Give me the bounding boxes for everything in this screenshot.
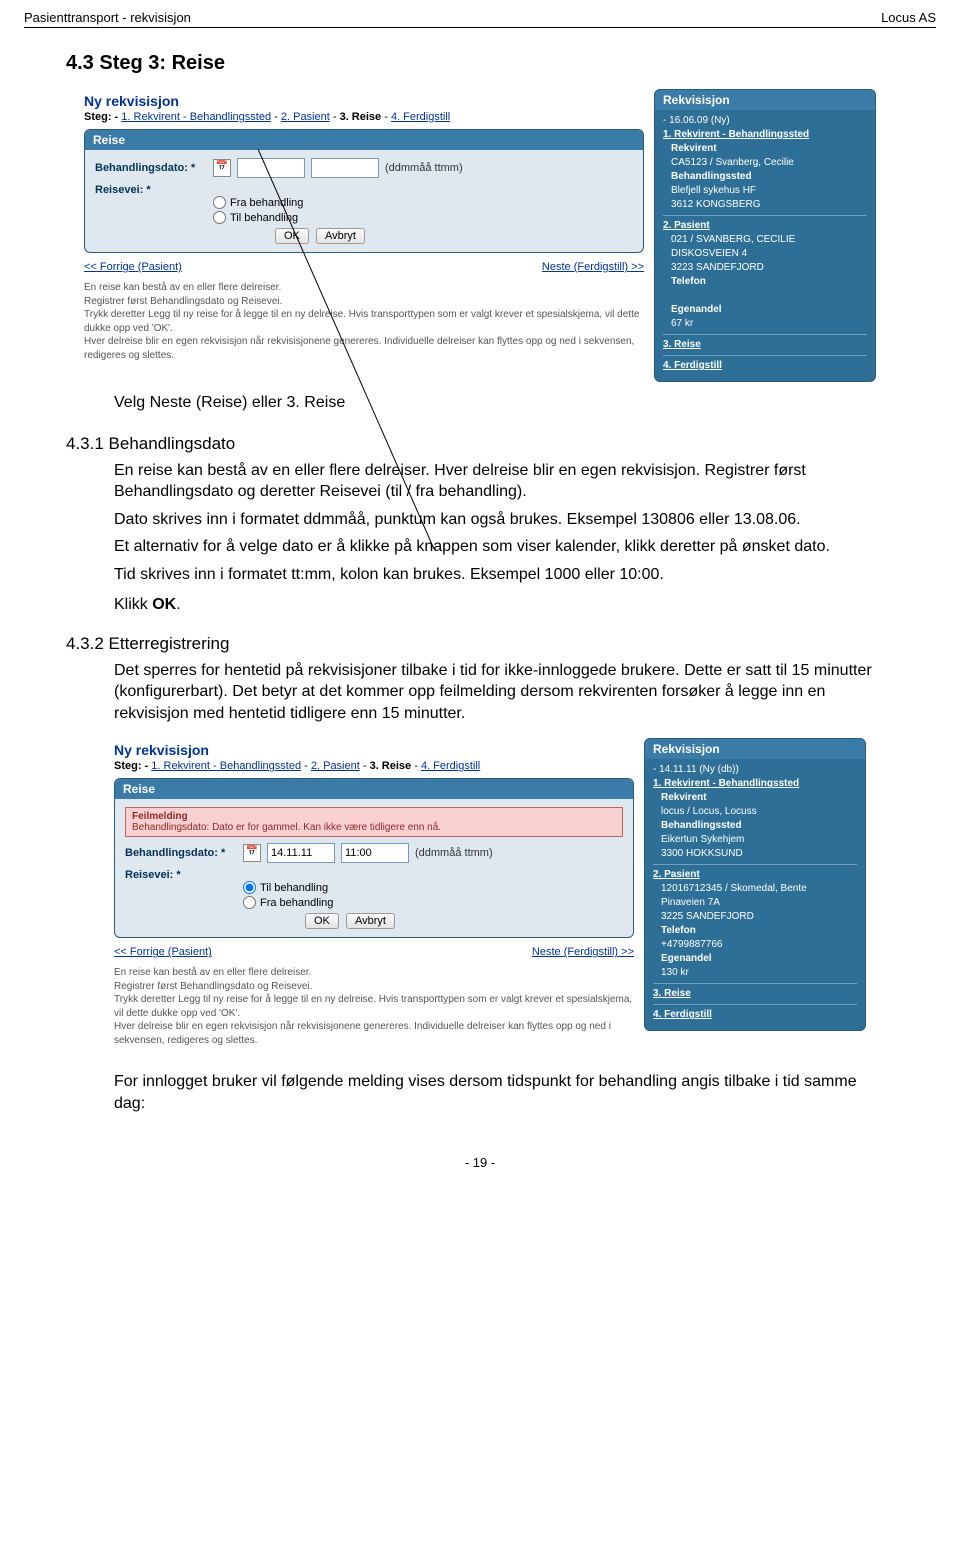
next-link[interactable]: Neste (Ferdigstill) >>	[542, 261, 644, 273]
wizard-steps: Steg: - 1. Rekvirent - Behandlingssted -…	[84, 111, 644, 123]
panel-title-2: Reise	[115, 779, 633, 799]
date-input[interactable]	[237, 158, 305, 178]
sidebar-step4[interactable]: 4. Ferdigstill	[663, 360, 722, 371]
cancel-button-2[interactable]: Avbryt	[346, 913, 395, 929]
para-3: Et alternativ for å velge dato er å klik…	[114, 536, 874, 558]
calendar-icon[interactable]: 📅	[213, 159, 231, 177]
page-number: - 19 -	[24, 1155, 936, 1170]
sidebar-step1-2[interactable]: 1. Rekvirent - Behandlingssted	[653, 778, 799, 789]
date-hint: (ddmmåå ttmm)	[385, 162, 463, 174]
time-input[interactable]	[311, 158, 379, 178]
step-4-link[interactable]: 4. Ferdigstill	[391, 111, 450, 123]
reise-panel: Reise Behandlingsdato: * 📅 (ddmmåå ttmm)…	[84, 129, 644, 253]
ok-button-2[interactable]: OK	[305, 913, 339, 929]
label-behandlingsdato: Behandlingsdato: *	[95, 162, 207, 174]
error-box: Feilmelding Behandlingsdato: Dato er for…	[125, 807, 623, 837]
radio-til-behandling[interactable]: Til behandling	[213, 211, 633, 224]
klikk-ok: Klikk OK.	[114, 596, 936, 614]
sidebar-title: Rekvisisjon	[655, 90, 875, 110]
para-2: Dato skrives inn i formatet ddmmåå, punk…	[114, 509, 874, 531]
date-input-2[interactable]	[267, 843, 335, 863]
wizard-steps-2: Steg: - 1. Rekvirent - Behandlingssted -…	[114, 760, 634, 772]
radio-til-input[interactable]	[213, 211, 226, 224]
step-1-link[interactable]: 1. Rekvirent - Behandlingssted	[121, 111, 271, 123]
radio-til-input-2[interactable]	[243, 881, 256, 894]
reise-panel-2: Reise Feilmelding Behandlingsdato: Dato …	[114, 778, 634, 938]
para-1: En reise kan bestå av en eller flere del…	[114, 460, 874, 503]
radio-fra-input-2[interactable]	[243, 896, 256, 909]
step-4-link-2[interactable]: 4. Ferdigstill	[421, 760, 480, 772]
next-link-2[interactable]: Neste (Ferdigstill) >>	[532, 946, 634, 958]
intro-line: Velg Neste (Reise) eller 3. Reise	[114, 392, 874, 414]
sidebar-step4-2[interactable]: 4. Ferdigstill	[653, 1009, 712, 1020]
subhead-431: 4.3.1 Behandlingsdato	[66, 434, 936, 454]
label-behandlingsdato-2: Behandlingsdato: *	[125, 847, 237, 859]
page-header: Pasienttransport - rekvisisjon Locus AS	[24, 0, 936, 28]
label-reisevei: Reisevei: *	[95, 184, 207, 196]
step-1-link-2[interactable]: 1. Rekvirent - Behandlingssted	[151, 760, 301, 772]
para-6: For innlogget bruker vil følgende meldin…	[114, 1071, 874, 1114]
sidebar-step3[interactable]: 3. Reise	[663, 339, 701, 350]
radio-til-behandling-2[interactable]: Til behandling	[243, 881, 623, 894]
subhead-432: 4.3.2 Etterregistrering	[66, 634, 936, 654]
sidebar-step3-2[interactable]: 3. Reise	[653, 988, 691, 999]
time-input-2[interactable]	[341, 843, 409, 863]
section-title: 4.3 Steg 3: Reise	[66, 52, 936, 75]
radio-fra-input[interactable]	[213, 196, 226, 209]
para-5: Det sperres for hentetid på rekvisisjone…	[114, 660, 874, 725]
panel-footnote-2: En reise kan bestå av en eller flere del…	[114, 966, 634, 1047]
rekvisisjon-sidebar: Rekvisisjon - 16.06.09 (Ny) 1. Rekvirent…	[654, 89, 876, 382]
para-4: Tid skrives inn i formatet tt:mm, kolon …	[114, 564, 874, 586]
step-2-link[interactable]: 2. Pasient	[281, 111, 330, 123]
sidebar-step1[interactable]: 1. Rekvirent - Behandlingssted	[663, 129, 809, 140]
app-title: Ny rekvisisjon	[84, 93, 644, 109]
header-left: Pasienttransport - rekvisisjon	[24, 10, 191, 25]
prev-link[interactable]: << Forrige (Pasient)	[84, 261, 182, 273]
sidebar-step2[interactable]: 2. Pasient	[663, 220, 710, 231]
step-3-current: 3. Reise	[340, 111, 382, 123]
sidebar-title-2: Rekvisisjon	[645, 739, 865, 759]
prev-link-2[interactable]: << Forrige (Pasient)	[114, 946, 212, 958]
panel-title: Reise	[85, 130, 643, 150]
calendar-icon-2[interactable]: 📅	[243, 844, 261, 862]
radio-fra-behandling-2[interactable]: Fra behandling	[243, 896, 623, 909]
sidebar-step2-2[interactable]: 2. Pasient	[653, 869, 700, 880]
panel-footnote: En reise kan bestå av en eller flere del…	[84, 281, 644, 362]
step-2-link-2[interactable]: 2. Pasient	[311, 760, 360, 772]
label-reisevei-2: Reisevei: *	[125, 869, 237, 881]
app-title-2: Ny rekvisisjon	[114, 742, 634, 758]
header-right: Locus AS	[881, 10, 936, 25]
ok-button[interactable]: OK	[275, 228, 309, 244]
step-3-current-2: 3. Reise	[370, 760, 412, 772]
cancel-button[interactable]: Avbryt	[316, 228, 365, 244]
radio-fra-behandling[interactable]: Fra behandling	[213, 196, 633, 209]
date-hint-2: (ddmmåå ttmm)	[415, 847, 493, 859]
rekvisisjon-sidebar-2: Rekvisisjon - 14.11.11 (Ny (db)) 1. Rekv…	[644, 738, 866, 1031]
